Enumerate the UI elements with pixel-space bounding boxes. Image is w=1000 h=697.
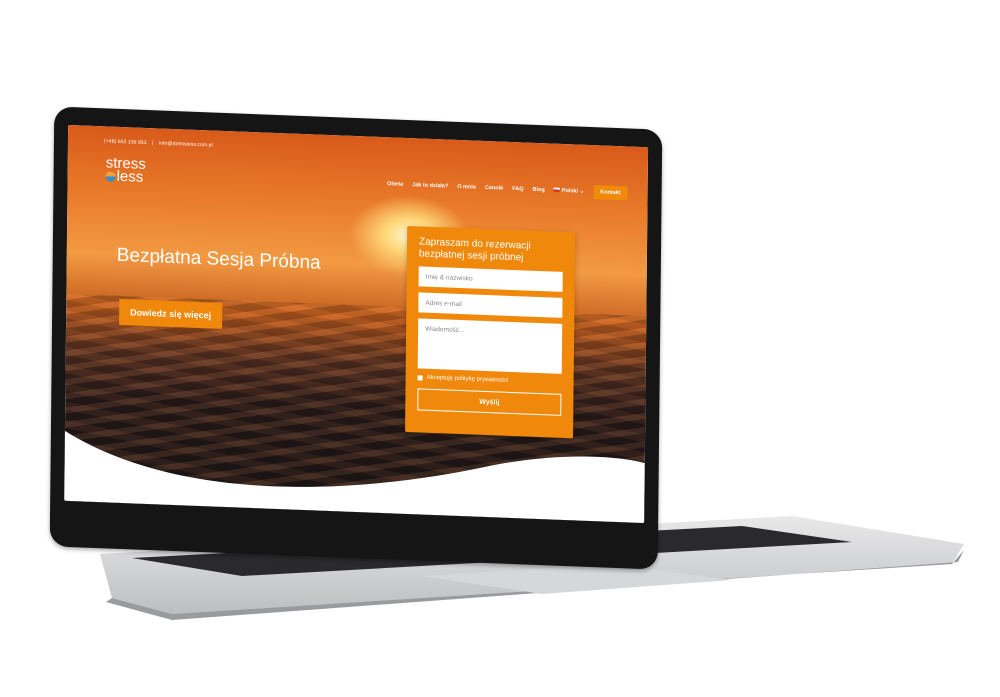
- topbar-separator: |: [152, 140, 154, 147]
- chevron-down-icon: ⌄: [579, 188, 585, 195]
- nav-item-o-mnie[interactable]: O mnie: [457, 184, 476, 191]
- consent-checkbox[interactable]: [417, 374, 423, 381]
- name-input[interactable]: Imię & nazwisko: [418, 266, 563, 292]
- nav-item-blog[interactable]: Blog: [533, 187, 545, 193]
- email-input[interactable]: Adres e-mail: [418, 292, 563, 318]
- poland-flag-icon: [553, 187, 560, 192]
- logo-line-2: less: [116, 167, 144, 186]
- message-textarea[interactable]: Wiadomość...: [417, 318, 563, 374]
- nav-item-cennik[interactable]: Cennik: [485, 185, 503, 192]
- learn-more-button[interactable]: Dowiedz się więcej: [119, 298, 223, 329]
- nav-item-faq[interactable]: FAQ: [512, 186, 523, 192]
- site-logo[interactable]: stress less: [105, 154, 146, 186]
- language-switcher[interactable]: Polski ⌄: [553, 187, 585, 195]
- laptop-lid: (+48) 602 156 853 | info@stressless.com.…: [49, 106, 663, 570]
- language-label: Polski: [561, 187, 579, 195]
- submit-button[interactable]: Wyślij: [417, 388, 562, 416]
- contact-button[interactable]: Kontakt: [593, 185, 628, 201]
- booking-form: Zapraszam do rezerwacji bezpłatnej sesji…: [405, 225, 576, 439]
- consent-label: Akceptuję politykę prywatności: [426, 374, 509, 384]
- nav-item-oferta[interactable]: Oferta: [387, 181, 403, 188]
- website-screen: (+48) 602 156 853 | info@stressless.com.…: [64, 124, 649, 524]
- nav-item-jak-to-dziala[interactable]: Jak to działa?: [412, 182, 448, 189]
- privacy-consent[interactable]: Akceptuję politykę prywatności: [417, 374, 562, 386]
- form-title: Zapraszam do rezerwacji bezpłatnej sesji…: [418, 236, 531, 264]
- sunset-circle-icon: [105, 171, 116, 182]
